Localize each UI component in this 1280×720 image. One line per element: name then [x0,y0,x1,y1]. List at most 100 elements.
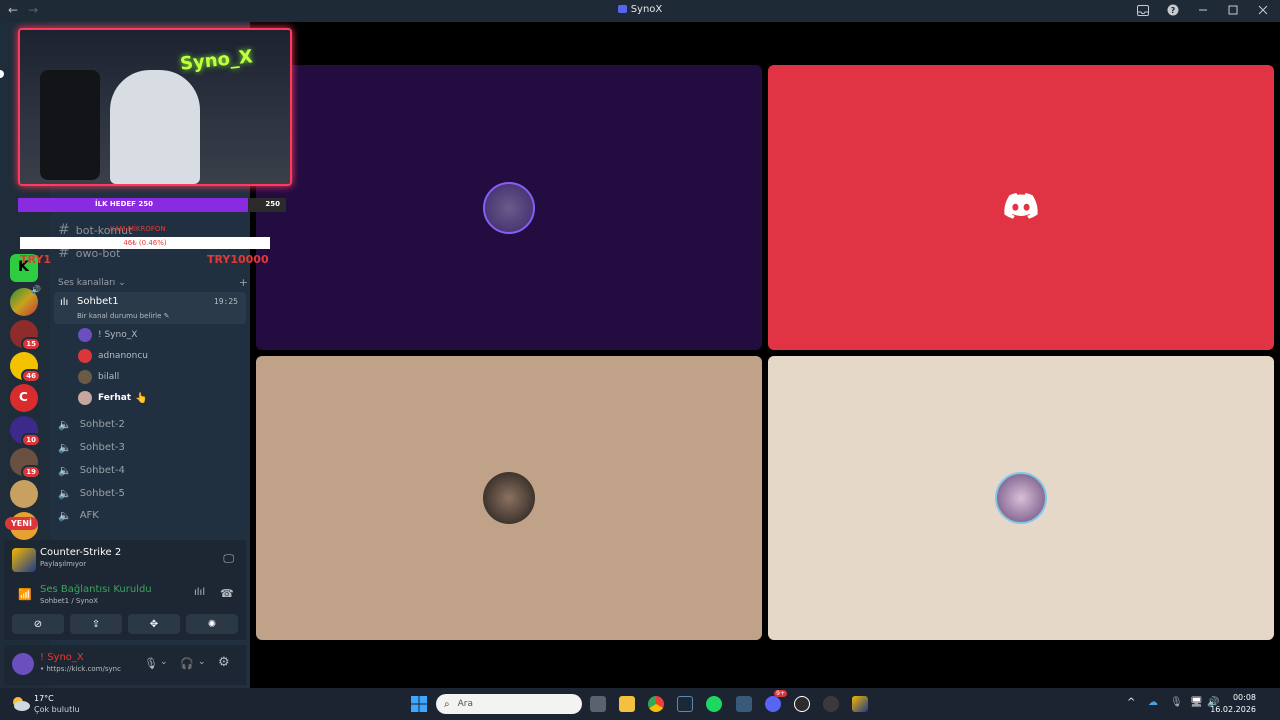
participant-tile[interactable] [768,356,1274,640]
member-name: Ferhat [98,393,132,403]
disconnect-icon[interactable]: ☎ [220,587,234,600]
overlay-ticker: 46₺ (0.46%) [20,237,270,249]
server-4[interactable]: 46 [10,352,41,383]
voice-channel[interactable]: 🔈 Sohbet-5 [58,487,125,500]
inbox-icon[interactable] [1136,2,1150,18]
add-channel-icon[interactable]: + [239,276,248,289]
clock-time[interactable]: 00:08 [1233,693,1256,702]
noise-suppression-icon[interactable]: ılıl [194,587,205,598]
member-name: adnanoncu [98,351,149,361]
chevron-up-icon[interactable]: ^ [1127,697,1135,708]
avatar [483,472,535,524]
soundboard-icon: ✺ [207,618,217,630]
server-8[interactable] [10,480,38,508]
settings-gear-icon[interactable]: ⚙ [218,655,230,670]
discord-icon[interactable]: 9+ [765,690,787,712]
soundboard-button[interactable]: ✺ [186,614,238,634]
goal-progress-bar: İLK HEDEF 250 250 [18,198,286,212]
screen-share-icon: ⇪ [91,618,101,630]
app-icon[interactable] [823,696,839,712]
chevron-down-icon: ⌄ [118,278,126,288]
mention-badge: 10 [21,433,41,447]
close-icon[interactable] [1256,2,1270,18]
help-icon[interactable]: ? [1166,2,1180,18]
new-badge: YENİ [5,517,38,530]
camera-off-button[interactable]: ⊘ [12,614,64,634]
headphones-icon[interactable]: 🎧 [180,657,194,670]
activities-button[interactable]: ✥ [128,614,180,634]
app-icon[interactable] [736,696,752,712]
voice-channel-path[interactable]: Sohbet1 / SynoX [40,597,98,605]
activities-icon: ✥ [149,618,159,630]
voice-member[interactable]: adnanoncu [78,347,148,365]
server-6[interactable]: 10 [10,416,41,447]
screen-share-icon[interactable]: 🖵 [223,552,234,566]
server-3[interactable]: 15 [10,320,41,351]
weather-temp[interactable]: 17°C [34,694,54,703]
voice-status-title[interactable]: Ses Bağlantısı Kuruldu [40,584,152,595]
search-icon: ⌕ [444,698,450,710]
channel-status[interactable]: Bir kanal durumu belirle ✎ [77,312,170,320]
onedrive-icon[interactable]: ☁ [1148,697,1158,708]
voice-channel-name: Sohbet-3 [79,442,125,453]
game-name: Counter-Strike 2 [40,547,122,558]
voice-channel[interactable]: 🔈 Sohbet-4 [58,464,125,477]
voice-channel[interactable]: 🔈 AFK [58,509,99,522]
voice-channel-time: 19:25 [213,297,238,306]
chevron-down-icon[interactable]: ⌄ [160,657,168,667]
weather-desc[interactable]: Çok bulutlu [34,705,80,714]
task-view-icon[interactable] [590,696,606,712]
server-5[interactable]: C [10,384,38,412]
game-icon [12,548,36,572]
voice-channel[interactable]: 🔈 Sohbet-3 [58,441,125,454]
share-status: Paylaşılmıyor [40,560,87,568]
avatar[interactable] [12,653,34,675]
category-label: Ses kanalları [58,278,116,288]
forward-arrow-icon[interactable]: → [28,3,38,17]
clock-date[interactable]: 16.02.2026 [1210,705,1256,714]
speaker-icon: 🔈 [58,464,72,477]
voice-channel-active[interactable]: ılı Sohbet1 19:25 Bir kanal durumu belir… [54,292,246,324]
media-player-icon[interactable] [794,696,810,712]
minimize-icon[interactable] [1196,2,1210,18]
voice-channel[interactable]: 🔈 Sohbet-2 [58,418,125,431]
user-name[interactable]: ! Syno_X [40,652,84,663]
screen-share-button[interactable]: ⇪ [70,614,122,634]
cs2-icon[interactable] [852,696,868,712]
voice-channel-name: Sohbet-5 [79,488,125,499]
steam-icon[interactable] [677,696,693,712]
gaming-chair [40,70,100,180]
user-status: • https://kick.com/sync [40,665,121,673]
voice-stage [250,22,1280,688]
spotify-icon[interactable] [706,696,722,712]
chevron-down-icon[interactable]: ⌄ [198,657,206,667]
chrome-icon[interactable] [648,696,664,712]
camera-off-icon: ⊘ [33,618,43,630]
avatar [78,349,92,363]
server-7[interactable]: 19 [10,448,41,479]
participant-tile[interactable] [768,65,1274,350]
cursor-icon: 👆 [135,392,148,404]
windows-start-icon[interactable] [411,696,427,716]
voice-member[interactable]: Ferhat 👆 [78,389,148,407]
voice-member[interactable]: ! Syno_X [78,326,137,344]
maximize-icon[interactable] [1226,2,1240,18]
microphone-icon[interactable]: 🎙 [144,657,158,670]
file-explorer-icon[interactable] [619,696,635,712]
voice-member[interactable]: bilall [78,368,119,386]
participant-tile[interactable] [256,65,762,350]
back-arrow-icon[interactable]: ← [8,3,18,17]
discord-logo-icon [1004,192,1038,223]
server-2[interactable]: 🔊 [10,285,41,316]
mention-badge: 46 [21,369,41,383]
microphone-tray-icon[interactable]: 🎙 [1170,697,1183,708]
weather-icon[interactable] [10,694,30,712]
user-panel: ! Syno_X • https://kick.com/sync 🎙 ⌄ 🎧 ⌄… [4,645,246,685]
network-icon[interactable]: 🖥 [1190,697,1203,708]
windows-taskbar: 17°C Çok bulutlu 9+ ^ ☁ 🎙 🖥 🔊 00:08 16.0… [0,688,1280,720]
taskbar-search[interactable]: ⌕ Ara [436,694,582,714]
voice-channel-name: AFK [79,510,99,521]
voice-category[interactable]: Ses kanalları ⌄ + [58,276,248,289]
participant-tile[interactable] [256,356,762,640]
overlay-try-right: TRY10000 [207,253,269,266]
